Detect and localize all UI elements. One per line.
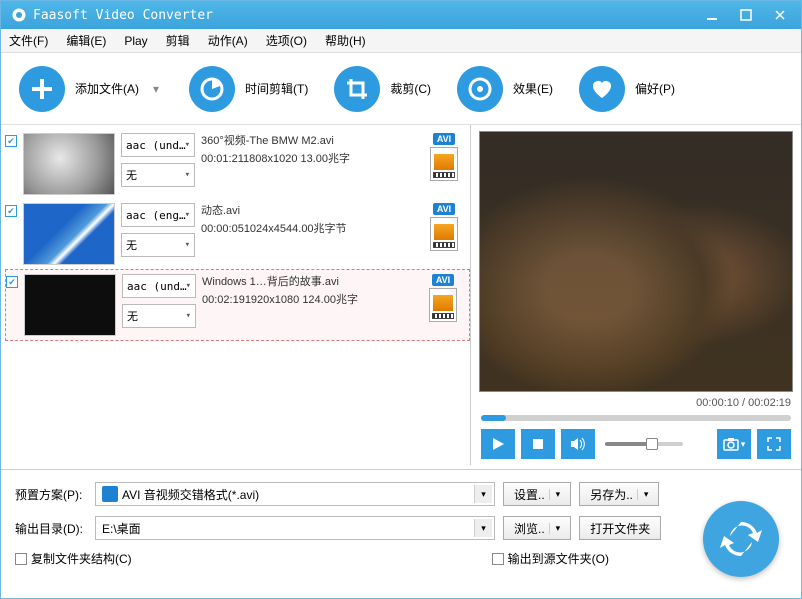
- file-info: 00:01:211808x1020 13.00兆字: [201, 151, 418, 169]
- pref-label: 偏好(P): [635, 80, 675, 97]
- subtitle-select[interactable]: 无: [121, 163, 195, 187]
- file-checkbox[interactable]: ✔: [5, 135, 17, 147]
- menu-file[interactable]: 文件(F): [9, 32, 48, 49]
- format-badge: AVI: [433, 133, 455, 145]
- subtitle-select[interactable]: 无: [122, 304, 196, 328]
- format-button[interactable]: AVI: [424, 133, 464, 181]
- menu-edit[interactable]: 编辑(E): [66, 32, 106, 49]
- volume-slider[interactable]: [605, 442, 683, 446]
- heart-icon: [579, 66, 625, 112]
- file-name: Windows 1…背后的故事.avi: [202, 274, 417, 292]
- toolbar: 添加文件(A) ▾ 时间剪辑(T) 裁剪(C) 效果(E) 偏好(P): [1, 53, 801, 125]
- file-checkbox[interactable]: ✔: [5, 205, 17, 217]
- preset-label: 预置方案(P):: [15, 486, 87, 503]
- mute-button[interactable]: [561, 429, 595, 459]
- file-name: 动态.avi: [201, 203, 418, 221]
- format-badge: AVI: [432, 274, 454, 286]
- file-info: 00:02:191920x1080 124.00兆字: [202, 292, 417, 310]
- output-path-input[interactable]: E:\桌面▾: [95, 516, 495, 540]
- subtitle-select[interactable]: 无: [121, 233, 195, 257]
- format-badge: AVI: [433, 203, 455, 215]
- convert-button[interactable]: [703, 501, 779, 577]
- timer-icon: [189, 66, 235, 112]
- file-thumbnail: [23, 133, 115, 195]
- file-thumbnail: [24, 274, 116, 336]
- audio-track-select[interactable]: aac (und…: [122, 274, 196, 298]
- browse-button[interactable]: 浏览..▾: [503, 516, 571, 540]
- file-icon: [430, 217, 458, 251]
- file-item-selected[interactable]: ✔ aac (und… 无 Windows 1…背后的故事.avi 00:02:…: [5, 269, 470, 341]
- add-file-label: 添加文件(A): [75, 80, 139, 97]
- crop-button[interactable]: 裁剪(C): [334, 66, 431, 112]
- file-checkbox[interactable]: ✔: [6, 276, 18, 288]
- menu-action[interactable]: 动作(A): [208, 32, 248, 49]
- file-icon: [430, 147, 458, 181]
- titlebar: Faasoft Video Converter: [1, 1, 801, 29]
- saveas-button[interactable]: 另存为..▾: [579, 482, 659, 506]
- menubar: 文件(F) 编辑(E) Play 剪辑 动作(A) 选项(O) 帮助(H): [1, 29, 801, 53]
- file-thumbnail: [23, 203, 115, 265]
- menu-help[interactable]: 帮助(H): [325, 32, 366, 49]
- time-display: 00:00:10 / 00:02:19: [479, 392, 793, 413]
- file-name: 360°视频-The BMW M2.avi: [201, 133, 418, 151]
- trim-button[interactable]: 时间剪辑(T): [189, 66, 308, 112]
- window-title: Faasoft Video Converter: [33, 8, 695, 23]
- file-icon: [429, 288, 457, 322]
- minimize-button[interactable]: [695, 4, 729, 26]
- format-button[interactable]: AVI: [424, 203, 464, 251]
- crop-icon: [334, 66, 380, 112]
- fullscreen-button[interactable]: [757, 429, 791, 459]
- chevron-down-icon[interactable]: ▾: [149, 82, 163, 96]
- format-button[interactable]: AVI: [423, 274, 463, 322]
- file-list: ✔ aac (und… 无 360°视频-The BMW M2.avi 00:0…: [1, 125, 471, 465]
- add-file-button[interactable]: 添加文件(A) ▾: [19, 66, 163, 112]
- play-button[interactable]: [481, 429, 515, 459]
- effect-label: 效果(E): [513, 80, 553, 97]
- snapshot-button[interactable]: ▾: [717, 429, 751, 459]
- menu-play[interactable]: Play: [124, 34, 147, 48]
- file-item[interactable]: ✔ aac (eng… 无 动态.avi 00:00:051024x4544.0…: [5, 199, 470, 269]
- close-button[interactable]: [763, 4, 797, 26]
- preset-select[interactable]: AVI 音视频交错格式(*.avi)▾: [95, 482, 495, 506]
- seek-slider[interactable]: [481, 415, 791, 421]
- file-item[interactable]: ✔ aac (und… 无 360°视频-The BMW M2.avi 00:0…: [5, 129, 470, 199]
- crop-label: 裁剪(C): [390, 80, 431, 97]
- copy-structure-checkbox[interactable]: 复制文件夹结构(C): [15, 550, 132, 567]
- menu-option[interactable]: 选项(O): [266, 32, 307, 49]
- plus-icon: [19, 66, 65, 112]
- main-area: ✔ aac (und… 无 360°视频-The BMW M2.avi 00:0…: [1, 125, 801, 465]
- menu-cut[interactable]: 剪辑: [166, 32, 190, 49]
- open-folder-button[interactable]: 打开文件夹: [579, 516, 661, 540]
- app-logo-icon: [11, 7, 27, 23]
- bottom-panel: 预置方案(P): AVI 音视频交错格式(*.avi)▾ 设置..▾ 另存为..…: [1, 474, 801, 585]
- trim-label: 时间剪辑(T): [245, 80, 308, 97]
- effect-button[interactable]: 效果(E): [457, 66, 553, 112]
- audio-track-select[interactable]: aac (eng…: [121, 203, 195, 227]
- video-preview[interactable]: [479, 131, 793, 392]
- audio-track-select[interactable]: aac (und…: [121, 133, 195, 157]
- stop-button[interactable]: [521, 429, 555, 459]
- settings-button[interactable]: 设置..▾: [503, 482, 571, 506]
- output-label: 输出目录(D):: [15, 520, 87, 537]
- preview-panel: 00:00:10 / 00:02:19 ▾: [471, 125, 801, 465]
- file-info: 00:00:051024x4544.00兆字节: [201, 221, 418, 239]
- disc-icon: [457, 66, 503, 112]
- output-to-source-checkbox[interactable]: 输出到源文件夹(O): [492, 550, 609, 567]
- pref-button[interactable]: 偏好(P): [579, 66, 675, 112]
- maximize-button[interactable]: [729, 4, 763, 26]
